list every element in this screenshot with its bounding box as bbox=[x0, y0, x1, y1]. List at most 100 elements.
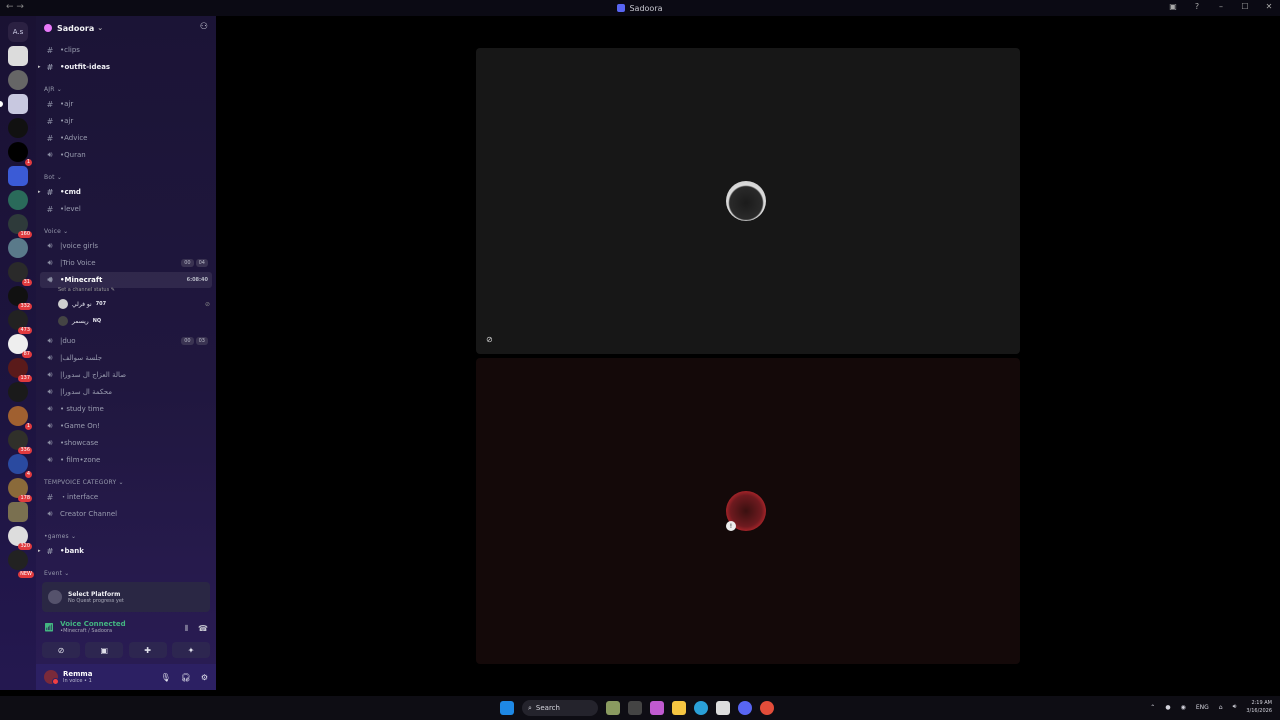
speaker-icon: 🔊︎ bbox=[47, 387, 53, 396]
mention-badge: 332 bbox=[18, 303, 32, 310]
clock[interactable]: 2:19 AM 3/16/2026 bbox=[1246, 699, 1272, 715]
server-icon[interactable]: 320 bbox=[8, 526, 32, 550]
channel-cmd[interactable]: ▸ # •cmd bbox=[38, 184, 212, 200]
channel-arabic-3[interactable]: 🔊︎ |محكمة ال سدورا bbox=[40, 384, 212, 400]
channel-clips[interactable]: # •clips bbox=[40, 42, 212, 58]
server-icon[interactable] bbox=[8, 166, 28, 186]
server-icon[interactable] bbox=[8, 502, 28, 522]
microphone-icon[interactable]: 🎙︎ bbox=[161, 673, 171, 682]
server-icon[interactable] bbox=[8, 70, 28, 90]
channel-level[interactable]: # •level bbox=[40, 201, 212, 217]
copilot-icon[interactable] bbox=[650, 701, 664, 715]
disconnect-icon[interactable]: ☎︎ bbox=[198, 624, 208, 634]
server-icon[interactable] bbox=[8, 382, 28, 402]
channel-arabic-1[interactable]: 🔊︎ |جلسة سوالف bbox=[40, 350, 212, 366]
server-icon[interactable]: 473 bbox=[8, 310, 32, 334]
windows-start-icon[interactable] bbox=[500, 701, 514, 715]
server-icon[interactable] bbox=[8, 190, 28, 210]
server-header[interactable]: Sadoora ⌄ ⚇ bbox=[36, 16, 216, 40]
channel-advice[interactable]: # •Advice bbox=[40, 130, 212, 146]
close-icon[interactable]: ✕ bbox=[1264, 2, 1274, 11]
help-icon[interactable]: ? bbox=[1192, 2, 1202, 11]
server-icon[interactable] bbox=[8, 238, 28, 258]
store-icon[interactable] bbox=[716, 701, 730, 715]
category-tempvoice[interactable]: TEMPVOICE CATEGORY ⌄ bbox=[44, 479, 124, 486]
server-icon[interactable]: 1 bbox=[8, 142, 32, 166]
headphones-icon[interactable]: 🎧︎ bbox=[181, 673, 191, 682]
activities-button[interactable]: ✚ bbox=[128, 642, 167, 658]
category-event[interactable]: Event ⌄ bbox=[44, 570, 70, 577]
maximize-icon[interactable]: ☐ bbox=[1240, 2, 1250, 11]
server-icon[interactable]: 4 bbox=[8, 454, 32, 478]
participant-tile[interactable]: ⊘ bbox=[476, 48, 1020, 354]
channel-duo[interactable]: 🔊︎ |duo 00 03 bbox=[40, 333, 212, 349]
server-icon[interactable]: NEW bbox=[8, 550, 34, 578]
task-view-icon[interactable] bbox=[628, 701, 642, 715]
channel-film-zone[interactable]: 🔊︎ • film•zone bbox=[40, 452, 212, 468]
file-explorer-icon[interactable] bbox=[672, 701, 686, 715]
screen-share-button[interactable]: ▣ bbox=[85, 642, 124, 658]
unread-pip-icon: ▸ bbox=[38, 64, 41, 70]
server-icon[interactable]: 31 bbox=[8, 262, 32, 286]
inbox-icon[interactable]: ▣ bbox=[1168, 2, 1178, 11]
discord-icon[interactable] bbox=[738, 701, 752, 715]
server-icon[interactable]: 1 bbox=[8, 406, 32, 430]
category-ajr[interactable]: AJR ⌄ bbox=[44, 86, 62, 93]
category-bot[interactable]: Bot ⌄ bbox=[44, 174, 62, 181]
quest-card[interactable]: Select Platform No Quest progress yet bbox=[42, 582, 210, 612]
camera-button[interactable]: ⊘ bbox=[42, 642, 80, 658]
channel-status-prompt[interactable]: Set a channel status ✎ bbox=[58, 287, 115, 293]
channel-arabic-2[interactable]: 🔊︎ |صالة العزاج ال سدورا bbox=[40, 367, 212, 383]
tray-app-icon[interactable]: ◉ bbox=[1181, 704, 1186, 711]
server-icon[interactable] bbox=[8, 46, 28, 66]
channel-outfit-ideas[interactable]: ▸ # •outfit-ideas bbox=[38, 59, 212, 75]
server-icon[interactable]: 87 bbox=[8, 334, 32, 358]
server-icon[interactable]: 160 bbox=[8, 214, 32, 238]
edge-icon[interactable] bbox=[694, 701, 708, 715]
network-icon[interactable]: ⌂ bbox=[1219, 704, 1223, 711]
channel-quran[interactable]: 🔊︎ •Quran bbox=[40, 147, 212, 163]
gear-icon[interactable]: ⚙ bbox=[201, 673, 208, 682]
user-panel[interactable]: Remma In voice • 1 🎙︎ 🎧︎ ⚙ bbox=[36, 664, 216, 690]
server-icon[interactable]: 332 bbox=[8, 286, 32, 310]
taskbar-search[interactable]: ⌕ Search bbox=[522, 700, 598, 716]
channel-game-on[interactable]: 🔊︎ •Game On! bbox=[40, 418, 212, 434]
soundboard-button[interactable]: ✦ bbox=[171, 642, 210, 658]
category-label: •games bbox=[44, 533, 69, 540]
category-voice[interactable]: Voice ⌄ bbox=[44, 228, 68, 235]
voice-user[interactable]: نو فرلي 707 ⊘ bbox=[58, 299, 210, 309]
language-indicator[interactable]: ENG bbox=[1196, 704, 1209, 711]
server-icon[interactable]: 336 bbox=[8, 430, 32, 454]
tray-app-icon[interactable]: ● bbox=[1165, 704, 1170, 711]
channel-showcase[interactable]: 🔊︎ •showcase bbox=[40, 435, 212, 451]
invite-icon[interactable]: ⚇ bbox=[200, 22, 208, 32]
widget-icon[interactable] bbox=[606, 701, 620, 715]
channel-interface[interactable]: # ・interface bbox=[40, 489, 212, 505]
chevron-up-icon[interactable]: ⌃ bbox=[1150, 704, 1155, 711]
channel-bank[interactable]: ▸ # •bank bbox=[38, 543, 212, 559]
channel-ajr-2[interactable]: # •ajr bbox=[40, 113, 212, 129]
participant-tile[interactable]: ! bbox=[476, 358, 1020, 664]
server-icon[interactable]: 178 bbox=[8, 478, 32, 502]
server-icon[interactable]: 137 bbox=[8, 358, 32, 382]
back-forward-icon[interactable]: ← → bbox=[6, 2, 24, 12]
server-icon[interactable] bbox=[0, 94, 28, 114]
channel-creator[interactable]: 🔊︎ Creator Channel bbox=[40, 506, 212, 522]
channel-ajr[interactable]: # •ajr bbox=[40, 96, 212, 112]
noise-suppression-icon[interactable]: ⦀ bbox=[185, 624, 189, 634]
voice-connected-channel[interactable]: •Minecraft / Sadoora bbox=[60, 628, 126, 634]
user-count: 00 bbox=[181, 259, 194, 267]
category-games[interactable]: •games ⌄ bbox=[44, 533, 76, 540]
channel-trio-voice[interactable]: 🔊︎ |Trio Voice 00 04 bbox=[40, 255, 212, 271]
channel-minecraft[interactable]: 🔊︎ •Minecraft 6:08:40 bbox=[40, 272, 212, 288]
minimize-icon[interactable]: – bbox=[1216, 2, 1226, 11]
volume-icon[interactable]: 🔊︎ bbox=[1233, 703, 1237, 711]
signal-icon[interactable]: 📶︎ bbox=[44, 623, 54, 632]
channel-voice-girls[interactable]: 🔊︎ |voice girls bbox=[40, 238, 212, 254]
direct-messages-button[interactable]: A.s bbox=[8, 22, 28, 42]
server-icon[interactable] bbox=[8, 118, 28, 138]
avatar[interactable] bbox=[44, 670, 59, 685]
voice-user[interactable]: ريسمر NQ bbox=[58, 316, 210, 326]
channel-study-time[interactable]: 🔊︎ • study time bbox=[40, 401, 212, 417]
chrome-icon[interactable] bbox=[760, 701, 774, 715]
